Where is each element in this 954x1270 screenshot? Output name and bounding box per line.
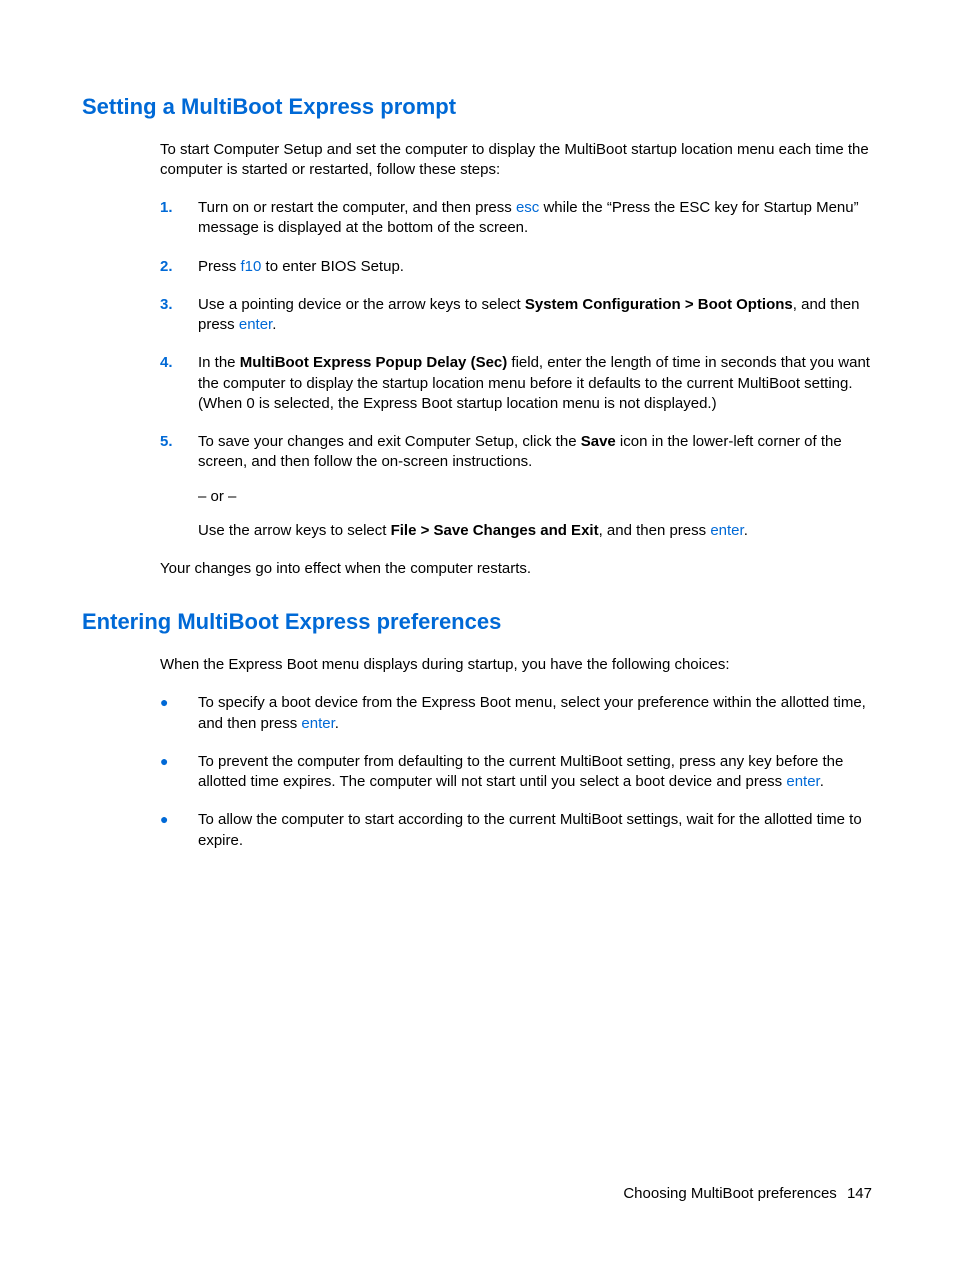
step-number: 5.: [160, 432, 198, 452]
key-esc: esc: [516, 199, 539, 216]
step-2: 2. Press f10 to enter BIOS Setup.: [160, 257, 872, 277]
bullet-icon: ●: [160, 752, 198, 772]
step-number: 2.: [160, 257, 198, 277]
text: .: [272, 316, 276, 333]
bullet-body: To allow the computer to start according…: [198, 810, 872, 851]
text: .: [744, 522, 748, 539]
step-number: 1.: [160, 198, 198, 218]
text: In the: [198, 354, 240, 371]
step-4: 4. In the MultiBoot Express Popup Delay …: [160, 353, 872, 414]
document-page: Setting a MultiBoot Express prompt To st…: [0, 0, 954, 851]
bold-text: System Configuration > Boot Options: [525, 296, 793, 313]
bullet-list: ● To specify a boot device from the Expr…: [160, 693, 872, 851]
footer-label: Choosing MultiBoot preferences: [623, 1185, 836, 1202]
key-enter: enter: [239, 316, 272, 333]
bullet-icon: ●: [160, 810, 198, 830]
section-heading-2: Entering MultiBoot Express preferences: [82, 607, 872, 637]
ordered-steps: 1. Turn on or restart the computer, and …: [160, 198, 872, 541]
key-enter: enter: [786, 773, 819, 790]
text: to enter BIOS Setup.: [261, 258, 404, 275]
step-3: 3. Use a pointing device or the arrow ke…: [160, 295, 872, 336]
bold-text: MultiBoot Express Popup Delay (Sec): [240, 354, 508, 371]
step-body: In the MultiBoot Express Popup Delay (Se…: [198, 353, 872, 414]
text: To specify a boot device from the Expres…: [198, 694, 866, 731]
bullet-body: To prevent the computer from defaulting …: [198, 752, 872, 793]
text: , and then press: [599, 522, 711, 539]
text: To save your changes and exit Computer S…: [198, 433, 581, 450]
section1-after: Your changes go into effect when the com…: [160, 559, 872, 579]
key-enter: enter: [301, 715, 334, 732]
text: Use a pointing device or the arrow keys …: [198, 296, 525, 313]
step-number: 3.: [160, 295, 198, 315]
text: To prevent the computer from defaulting …: [198, 753, 843, 790]
step-body: Press f10 to enter BIOS Setup.: [198, 257, 872, 277]
text: .: [820, 773, 824, 790]
bullet-item: ● To prevent the computer from defaultin…: [160, 752, 872, 793]
key-f10: f10: [241, 258, 262, 275]
section2-intro: When the Express Boot menu displays duri…: [160, 655, 872, 675]
bullet-item: ● To allow the computer to start accordi…: [160, 810, 872, 851]
step-body: To save your changes and exit Computer S…: [198, 432, 872, 541]
text: Turn on or restart the computer, and the…: [198, 199, 516, 216]
step-body: Use a pointing device or the arrow keys …: [198, 295, 872, 336]
section-2: Entering MultiBoot Express preferences W…: [82, 607, 872, 850]
text: .: [335, 715, 339, 732]
bullet-icon: ●: [160, 693, 198, 713]
step-1: 1. Turn on or restart the computer, and …: [160, 198, 872, 239]
or-separator: – or –: [198, 487, 872, 507]
section-heading-1: Setting a MultiBoot Express prompt: [82, 92, 872, 122]
text: To allow the computer to start according…: [198, 811, 862, 848]
page-number: 147: [847, 1185, 872, 1202]
step-body: Turn on or restart the computer, and the…: [198, 198, 872, 239]
bold-text: File > Save Changes and Exit: [391, 522, 599, 539]
step-number: 4.: [160, 353, 198, 373]
bold-text: Save: [581, 433, 616, 450]
page-footer: Choosing MultiBoot preferences 147: [623, 1184, 872, 1204]
section1-intro: To start Computer Setup and set the comp…: [160, 140, 872, 181]
text: Press: [198, 258, 241, 275]
bullet-body: To specify a boot device from the Expres…: [198, 693, 872, 734]
key-enter: enter: [710, 522, 743, 539]
bullet-item: ● To specify a boot device from the Expr…: [160, 693, 872, 734]
step-5: 5. To save your changes and exit Compute…: [160, 432, 872, 541]
text: Use the arrow keys to select: [198, 522, 391, 539]
